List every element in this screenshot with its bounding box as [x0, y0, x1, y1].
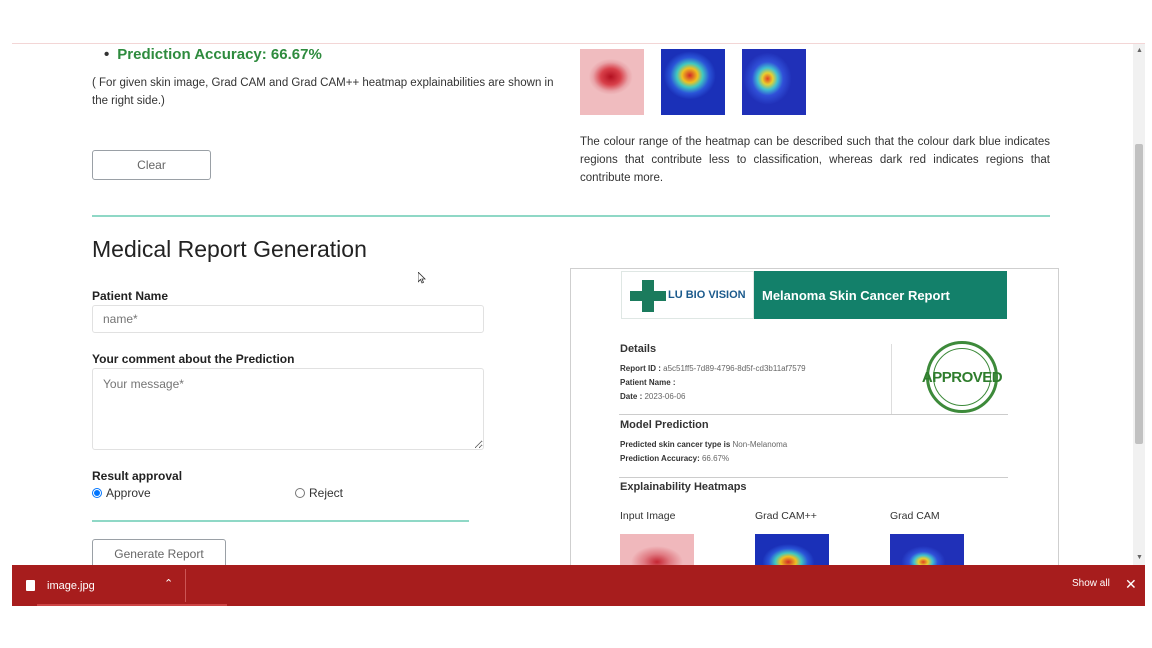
section-divider	[92, 215, 1050, 217]
report-id-line: Report ID : a5c51ff5-7d89-4796-8d5f-cd3b…	[620, 364, 806, 373]
form-divider	[92, 520, 469, 522]
scrollbar[interactable]: ▲ ▼	[1133, 44, 1145, 565]
comment-label: Your comment about the Prediction	[92, 352, 295, 366]
report-preview: LU BIO VISION Melanoma Skin Cancer Repor…	[570, 268, 1059, 565]
scroll-up-icon[interactable]: ▲	[1136, 47, 1143, 54]
report-accuracy-value: 66.67%	[701, 454, 730, 463]
logo: LU BIO VISION	[621, 271, 754, 319]
page-viewport: • Prediction Accuracy: 66.67% ( For given…	[12, 43, 1145, 565]
download-bar: image.jpg ⌃ Show all ✕	[12, 565, 1145, 606]
report-patient-name-label: Patient Name :	[620, 378, 676, 387]
predicted-type-label: Predicted skin cancer type is	[620, 440, 731, 449]
patient-name-label: Patient Name	[92, 289, 169, 303]
patient-name-line: Patient Name :	[620, 378, 676, 387]
report-input-image	[620, 534, 694, 565]
report-accuracy-line: Prediction Accuracy: 66.67%	[620, 454, 729, 463]
patient-name-input[interactable]	[92, 305, 484, 333]
gradcam-heatmap	[742, 49, 806, 115]
approve-label: Approve	[106, 486, 151, 500]
model-prediction-title: Model Prediction	[620, 419, 709, 431]
medical-cross-icon	[630, 280, 666, 312]
reject-radio[interactable]	[295, 488, 305, 498]
report-banner-title: Melanoma Skin Cancer Report	[754, 271, 1007, 319]
reject-label: Reject	[309, 486, 344, 500]
report-divider	[619, 477, 1008, 478]
report-accuracy-label: Prediction Accuracy:	[620, 454, 700, 463]
show-all-button[interactable]: Show all	[1072, 578, 1110, 589]
download-item[interactable]: image.jpg ⌃	[12, 565, 185, 606]
logo-text: LU BIO VISION	[668, 289, 746, 301]
generate-report-button[interactable]: Generate Report	[92, 539, 226, 565]
scroll-down-icon[interactable]: ▼	[1136, 554, 1143, 561]
close-icon[interactable]: ✕	[1125, 576, 1137, 593]
heatmap-description: The colour range of the heatmap can be d…	[580, 136, 1050, 184]
col-input-image: Input Image	[620, 510, 676, 522]
gradcam-plus-plus-heatmap	[661, 49, 725, 115]
input-skin-image	[580, 49, 644, 115]
date-label: Date :	[620, 392, 643, 401]
approval-label: Result approval	[92, 469, 183, 483]
heatmaps-title: Explainability Heatmaps	[620, 481, 747, 493]
approve-radio[interactable]	[92, 488, 102, 498]
clear-button[interactable]: Clear	[92, 150, 211, 180]
download-separator	[185, 569, 186, 602]
col-gradcam: Grad CAM	[890, 510, 940, 522]
report-divider	[619, 414, 1008, 415]
report-gradcam-plus-plus	[755, 534, 829, 565]
predicted-type-value: Non-Melanoma	[732, 440, 788, 449]
download-file-name: image.jpg	[47, 579, 95, 592]
scrollbar-thumb[interactable]	[1135, 144, 1143, 444]
report-banner: LU BIO VISION Melanoma Skin Cancer Repor…	[621, 271, 1007, 319]
details-title: Details	[620, 343, 657, 355]
comment-textarea[interactable]	[92, 368, 484, 450]
date-value: 2023-06-06	[644, 392, 686, 401]
approved-seal: APPROVED	[922, 341, 1003, 413]
date-line: Date : 2023-06-06	[620, 392, 685, 401]
report-id-label: Report ID :	[620, 364, 661, 373]
report-gradcam	[890, 534, 964, 565]
prediction-accuracy-text: Prediction Accuracy: 66.67%	[117, 46, 322, 63]
prediction-accuracy: • Prediction Accuracy: 66.67%	[104, 46, 322, 63]
section-title: Medical Report Generation	[92, 236, 367, 262]
explainability-note: ( For given skin image, Grad CAM and Gra…	[92, 77, 554, 107]
approve-radio-option[interactable]: Approve	[92, 486, 151, 500]
mouse-cursor-icon	[418, 272, 426, 284]
reject-radio-option[interactable]: Reject	[295, 486, 343, 500]
details-separator	[891, 344, 892, 414]
download-progress-underline	[37, 604, 227, 606]
chevron-up-icon[interactable]: ⌃	[164, 577, 173, 590]
bullet-dot: •	[104, 46, 110, 63]
col-gradcam-plus-plus: Grad CAM++	[755, 510, 817, 522]
file-icon	[26, 580, 35, 591]
seal-text: APPROVED	[921, 368, 1003, 386]
report-id-value: a5c51ff5-7d89-4796-8d5f-cd3b11af7579	[663, 364, 806, 373]
predicted-type-line: Predicted skin cancer type is Non-Melano…	[620, 440, 787, 449]
